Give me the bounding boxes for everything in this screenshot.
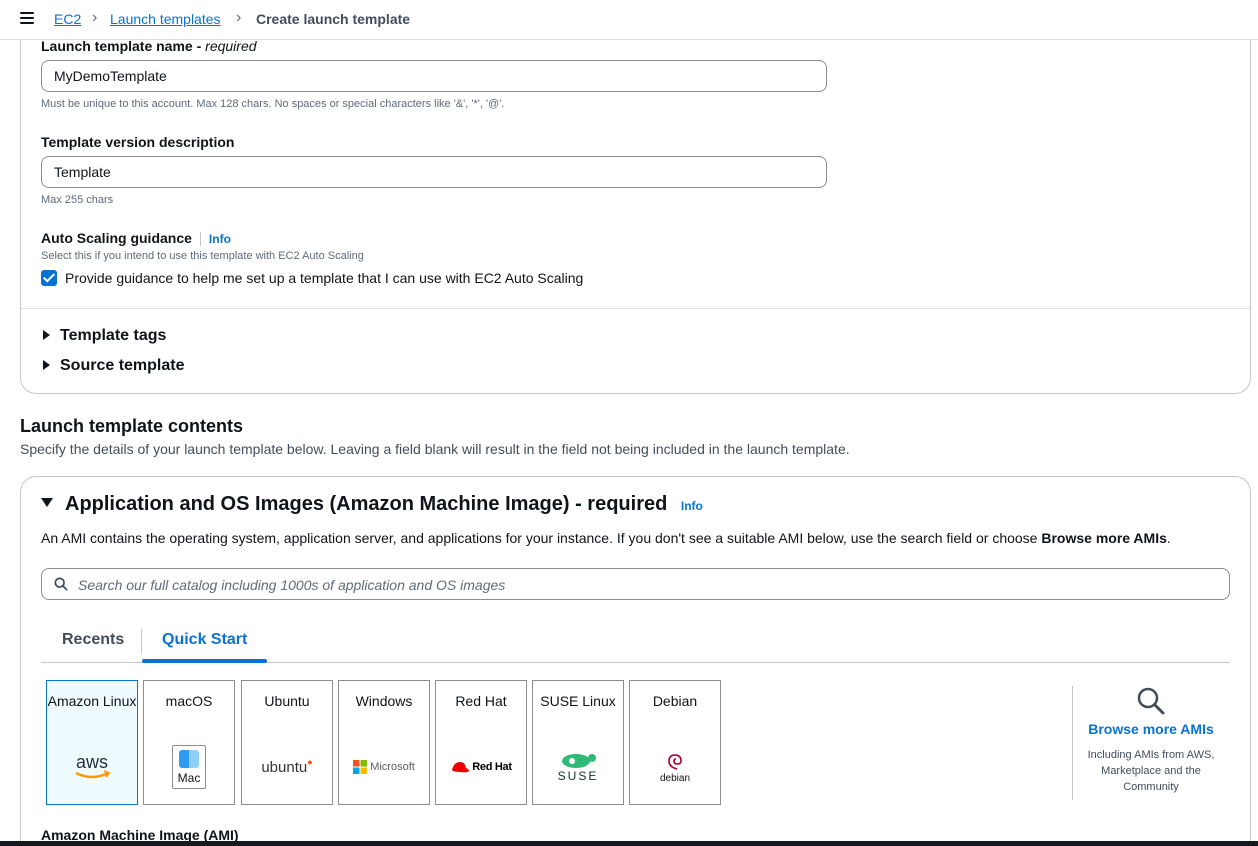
ami-tile-windows[interactable]: Windows Microsoft [338,680,430,805]
caret-right-icon [43,329,50,340]
divider [21,308,1250,309]
browse-more-amis-description: Including AMIs from AWS, Marketplace and… [1087,749,1215,793]
launch-template-details-container: Launch template name - required Must be … [20,20,1251,394]
breadcrumb-current: Create launch template [256,11,411,27]
ami-info-link[interactable]: Info [681,499,703,513]
auto-scaling-checkbox-label[interactable]: Provide guidance to help me set up a tem… [65,270,583,286]
tile-label: Red Hat [455,693,507,709]
ami-tile-macos[interactable]: macOS Mac [143,680,235,805]
template-description-label: Template version description [41,134,235,150]
caret-down-icon [41,498,53,508]
ami-tile-amazon-linux[interactable]: Amazon Linux aws [46,680,138,805]
search-icon [54,577,68,591]
debian-logo: debian [630,743,720,791]
breadcrumb-ec2[interactable]: EC2 [54,11,81,27]
ami-search-input[interactable]: Search our full catalog including 1000s … [41,568,1230,600]
active-tab-indicator [142,659,267,663]
top-navigation-bar: EC2 › Launch templates › Create launch t… [0,0,1258,40]
tile-label: Debian [652,693,698,709]
ami-tile-ubuntu[interactable]: Ubuntu ubuntu ● [241,680,333,805]
tile-label: macOS [165,693,213,709]
aws-logo: aws [47,743,137,791]
breadcrumb-launch-templates[interactable]: Launch templates [110,11,221,27]
browse-separator [1072,686,1073,800]
tile-label: Amazon Linux [47,693,137,709]
chevron-right-icon: › [92,9,98,26]
svg-text:aws: aws [76,752,108,772]
ami-section-header[interactable]: Application and OS Images (Amazon Machin… [41,493,703,516]
tab-recents[interactable]: Recents [62,631,124,649]
auto-scaling-info-link[interactable]: Info [209,232,231,246]
info-separator [199,232,201,247]
tile-label: SUSE Linux [540,693,616,709]
template-description-hint: Max 255 chars [41,194,114,206]
ami-tile-debian[interactable]: Debian debian [629,680,721,805]
ami-tile-suse-linux[interactable]: SUSE Linux SUSE [532,680,624,805]
browse-more-amis-link[interactable]: Browse more AMIs [1081,721,1221,737]
microsoft-logo: Microsoft [339,743,429,791]
auto-scaling-checkbox[interactable] [41,270,57,286]
template-name-label: Launch template name - required [41,38,257,54]
search-placeholder: Search our full catalog including 1000s … [78,577,506,593]
tab-quick-start[interactable]: Quick Start [162,631,247,649]
auto-scaling-guidance-label: Auto Scaling guidance Info [41,230,231,247]
ami-tile-red-hat[interactable]: Red Hat Red Hat [435,680,527,805]
template-description-input[interactable] [41,156,827,188]
launch-template-contents-title: Launch template contents [20,416,244,436]
template-tags-expander[interactable]: Template tags [43,327,166,345]
ubuntu-logo: ubuntu ● [261,757,313,776]
search-icon[interactable] [1136,686,1166,716]
ami-description: An AMI contains the operating system, ap… [41,530,1171,546]
footer-bar [0,841,1258,846]
tile-label: Windows [355,693,413,709]
tile-label: Ubuntu [264,693,310,709]
auto-scaling-hint: Select this if you intend to use this te… [41,250,364,262]
source-template-expander[interactable]: Source template [43,357,184,375]
chevron-right-icon: › [236,9,242,26]
redhat-logo: Red Hat [436,743,526,791]
caret-right-icon [43,359,50,370]
tab-separator [141,629,142,653]
launch-template-contents-description: Specify the details of your launch templ… [20,441,850,457]
ami-selection-container: Application and OS Images (Amazon Machin… [20,476,1251,846]
suse-logo: SUSE [533,743,623,791]
mac-logo: Mac [144,743,234,791]
template-name-input[interactable] [41,60,827,92]
template-name-hint: Must be unique to this account. Max 128 … [41,98,505,110]
menu-icon[interactable] [20,12,34,26]
